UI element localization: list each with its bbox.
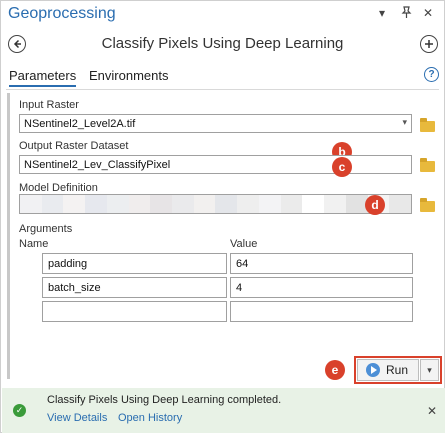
output-raster-value: NSentinel2_Lev_ClassifyPixel [24, 159, 171, 171]
browse-folder-icon[interactable] [420, 118, 435, 132]
arguments-label: Arguments [19, 223, 73, 235]
browse-folder-icon[interactable] [420, 158, 435, 172]
argument-name-cell[interactable]: batch_size [42, 277, 227, 298]
argument-value-cell[interactable]: 4 [230, 277, 413, 298]
add-icon[interactable] [420, 35, 438, 53]
status-message: Classify Pixels Using Deep Learning comp… [47, 394, 282, 406]
title-bar: Geoprocessing ▾ ✕ [1, 1, 444, 29]
parameters-panel [7, 93, 437, 379]
output-raster-label: Output Raster Dataset [19, 140, 129, 152]
success-check-icon: ✓ [13, 404, 26, 417]
app-title: Geoprocessing [8, 5, 116, 22]
input-raster-combo[interactable]: NSentinel2_Level2A.tif ▾ [19, 114, 412, 133]
callout-badge-e: e [325, 360, 345, 380]
tab-divider [6, 89, 439, 90]
output-raster-field[interactable]: NSentinel2_Lev_ClassifyPixel [19, 155, 412, 174]
column-header-name: Name [19, 238, 49, 250]
help-icon[interactable]: ? [424, 67, 439, 82]
model-definition-label: Model Definition [19, 182, 98, 194]
run-options-chevron-icon[interactable]: ▾ [420, 359, 439, 381]
callout-badge-d: d [365, 195, 385, 215]
view-details-link[interactable]: View Details [47, 412, 107, 424]
pane-menu-icon[interactable]: ▾ [379, 6, 385, 20]
argument-name-cell[interactable] [42, 301, 227, 322]
browse-folder-icon[interactable] [420, 198, 435, 212]
input-raster-value: NSentinel2_Level2A.tif [24, 118, 136, 130]
tab-parameters[interactable]: Parameters [9, 68, 77, 87]
input-raster-label: Input Raster [19, 99, 79, 111]
model-definition-field-obscured[interactable] [19, 194, 412, 214]
open-history-link[interactable]: Open History [118, 412, 182, 424]
status-bar: ✓ Classify Pixels Using Deep Learning co… [2, 388, 445, 433]
column-header-value: Value [230, 238, 258, 250]
callout-badge-c: c [332, 157, 352, 177]
close-icon[interactable]: ✕ [423, 6, 433, 20]
tool-title: Classify Pixels Using Deep Learning [101, 35, 344, 52]
pin-icon[interactable] [401, 6, 412, 22]
tab-environments[interactable]: Environments [89, 68, 168, 83]
run-button[interactable]: Run [357, 359, 419, 381]
geoprocessing-pane: Geoprocessing ▾ ✕ Classify Pixels Using … [0, 0, 445, 433]
argument-value-cell[interactable] [230, 301, 413, 322]
close-icon[interactable]: ✕ [427, 404, 437, 418]
play-icon [366, 363, 380, 377]
run-button-label: Run [386, 363, 409, 377]
argument-name-cell[interactable]: padding [42, 253, 227, 274]
argument-value-cell[interactable]: 64 [230, 253, 413, 274]
chevron-down-icon[interactable]: ▾ [402, 117, 407, 128]
